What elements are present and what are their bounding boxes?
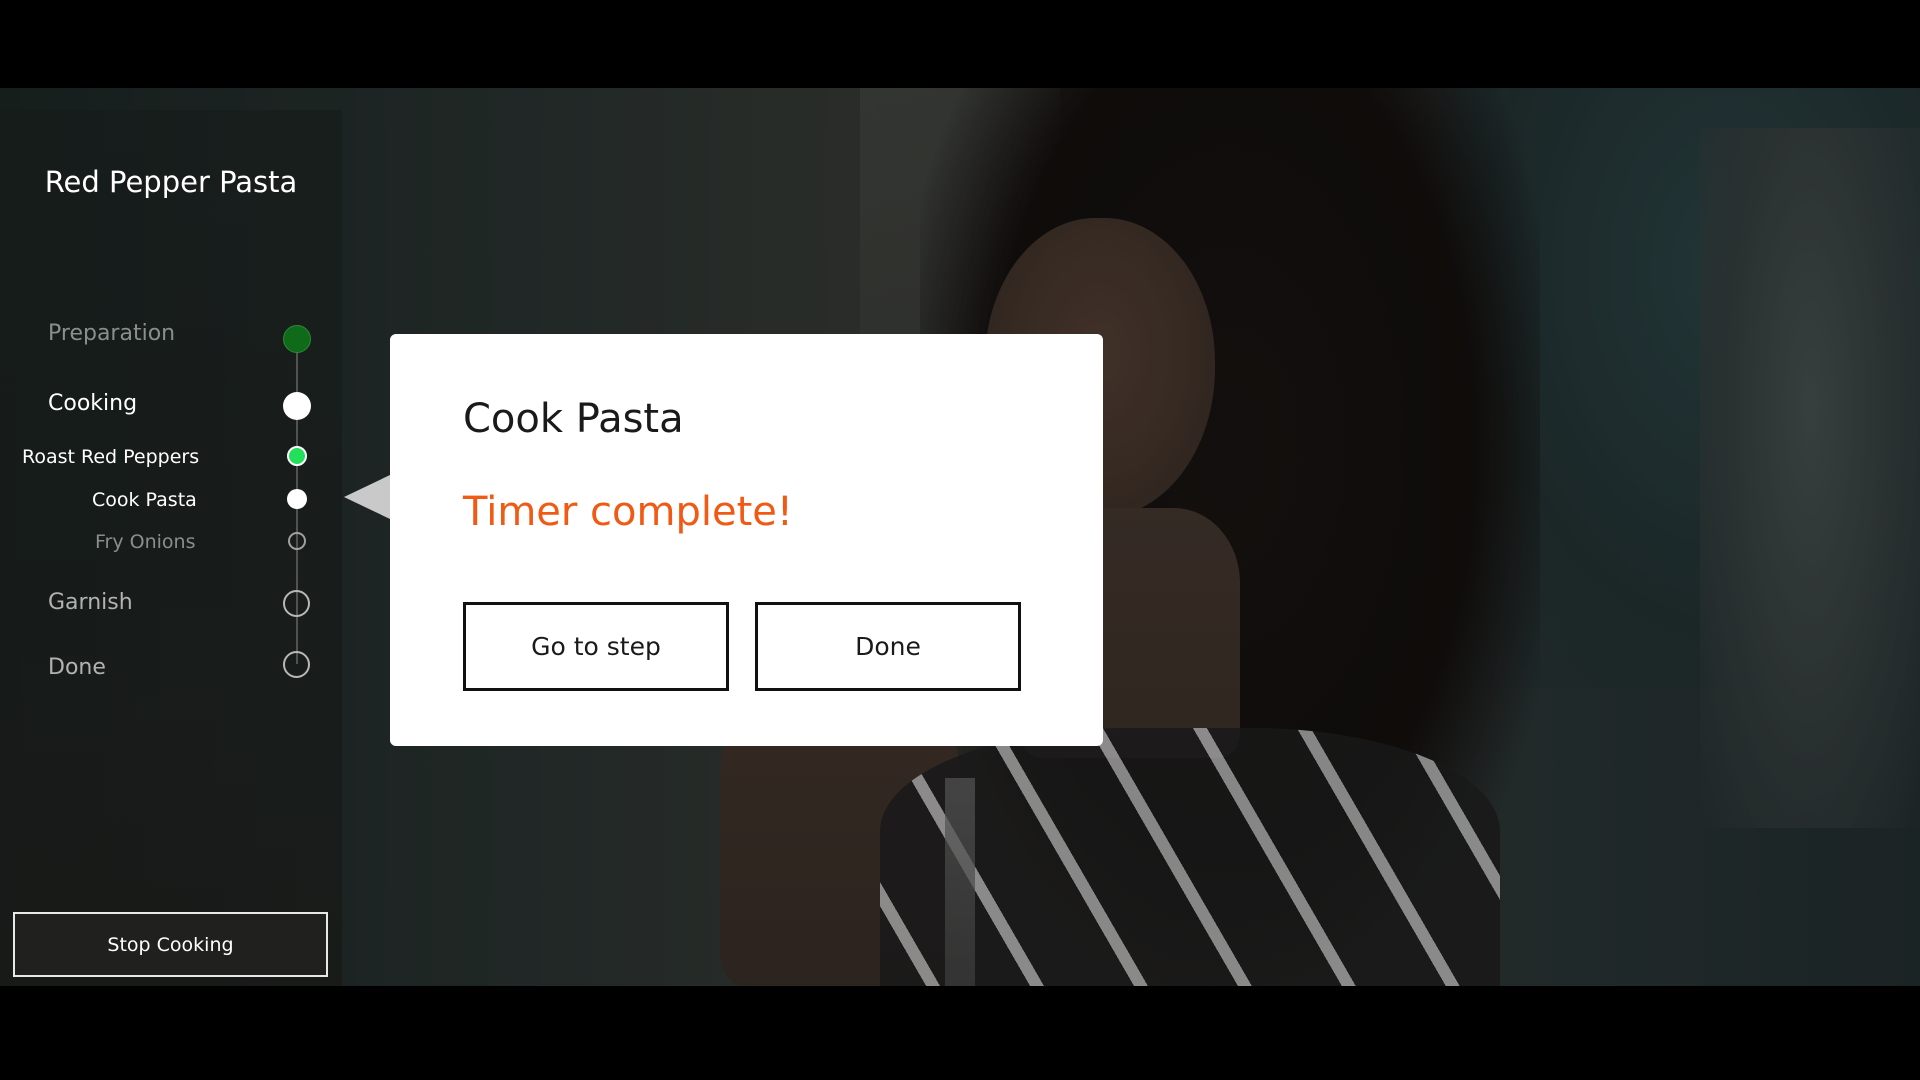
substep-timer-icon — [287, 446, 307, 466]
substep-label: Cook Pasta — [92, 489, 197, 511]
letterbox-bottom — [0, 986, 1920, 1080]
substep-upcoming-icon — [288, 532, 306, 550]
done-button[interactable]: Done — [755, 602, 1021, 691]
step-label: Preparation — [48, 321, 176, 346]
recipe-title: Red Pepper Pasta — [44, 165, 298, 199]
substep-label: Roast Red Peppers — [22, 446, 200, 468]
dialog-title: Cook Pasta — [463, 396, 684, 442]
stop-cooking-button[interactable]: Stop Cooking — [13, 912, 328, 977]
substep-current-icon — [287, 489, 307, 509]
substep-label: Fry Onions — [95, 531, 196, 553]
letterbox-top — [0, 0, 1920, 88]
dialog-message: Timer complete! — [463, 489, 793, 535]
step-upcoming-icon — [283, 590, 310, 617]
step-label: Garnish — [48, 590, 133, 615]
step-current-icon — [283, 392, 311, 420]
step-label: Done — [48, 655, 106, 680]
step-upcoming-icon — [283, 651, 310, 678]
go-to-step-button[interactable]: Go to step — [463, 602, 729, 691]
step-complete-icon — [283, 325, 311, 353]
dialog-pointer-icon — [344, 475, 390, 519]
step-label: Cooking — [48, 391, 138, 416]
timer-complete-dialog: Cook Pasta Timer complete! Go to step Do… — [390, 334, 1103, 746]
